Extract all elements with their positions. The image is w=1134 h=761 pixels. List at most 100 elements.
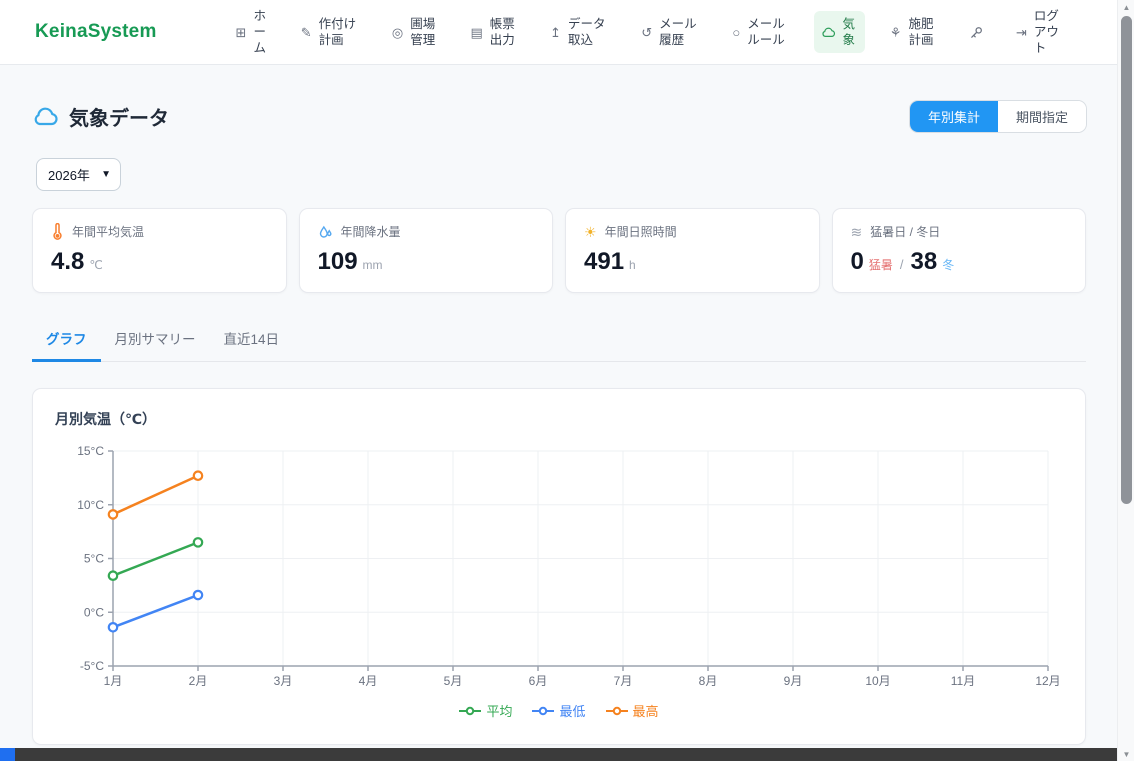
- page-title: 気象データ: [69, 102, 169, 131]
- chart-card: 月別気温（℃） -5°C 0°C 5°C 10°C 15°C 1月 2月 3月 4月 5月 6月 7月…: [32, 388, 1086, 745]
- view-toggle: 年別集計 期間指定: [910, 101, 1086, 132]
- stat-card-value: 109mm: [318, 248, 535, 276]
- nav-item-label: 施肥計画: [908, 16, 936, 49]
- stat-card-label: ≋猛暑日 / 冬日: [851, 223, 1068, 240]
- svg-text:9月: 9月: [784, 674, 803, 688]
- tab-グラフ[interactable]: グラフ: [32, 319, 101, 362]
- upload-icon: ↥: [550, 26, 561, 39]
- sprout-icon: ⚘: [890, 26, 902, 39]
- stat-card-value: 4.8℃: [51, 248, 268, 276]
- nav-menu: ⊞ ホーム ✎ 作付け計画 ◎ 圃場管理 ▤ 帳票出力 ↥ データ取込 ↺ メール履歴 ○ メールルール 気…: [229, 3, 1069, 62]
- grid-icon: ⊞: [236, 26, 247, 39]
- stat-card: ☀年間日照時間 491h: [565, 208, 820, 293]
- tab-直近14日[interactable]: 直近14日: [210, 319, 294, 362]
- svg-text:1月: 1月: [104, 674, 123, 688]
- stat-card: 年間平均気温 4.8℃: [32, 208, 287, 293]
- legend-label: 平均: [486, 701, 512, 720]
- stat-card: 年間降水量 109mm: [299, 208, 554, 293]
- scrollbar-thumb[interactable]: [1121, 16, 1132, 504]
- svg-text:-5°C: -5°C: [80, 659, 104, 673]
- toggle-period-select[interactable]: 期間指定: [998, 101, 1086, 132]
- year-select-value: 2026年: [48, 165, 90, 184]
- stat-card-label: ☀年間日照時間: [584, 223, 801, 240]
- svg-text:5°C: 5°C: [84, 552, 104, 566]
- droplet-icon: [318, 224, 333, 240]
- toggle-yearly-summary[interactable]: 年別集計: [910, 101, 998, 132]
- nav-item-label: 作付け計画: [319, 16, 360, 49]
- svg-text:5月: 5月: [444, 674, 463, 688]
- nav-item-メール履歴[interactable]: ↺ メール履歴: [634, 11, 707, 54]
- taskbar-accent-button[interactable]: [0, 748, 15, 761]
- svg-text:15°C: 15°C: [77, 444, 104, 458]
- stat-cards: 年間平均気温 4.8℃ 年間降水量 109mm ☀年間日照時間 491h ≋猛暑日 / 冬日…: [32, 208, 1086, 293]
- svg-text:4月: 4月: [359, 674, 378, 688]
- scrollbar-down-arrow[interactable]: ▼: [1118, 747, 1134, 761]
- history-icon: ↺: [641, 26, 652, 39]
- nav-item-label: メール履歴: [659, 16, 700, 49]
- chevron-down-icon: ▼: [101, 169, 111, 180]
- svg-text:3月: 3月: [274, 674, 293, 688]
- key-icon: [969, 25, 984, 40]
- svg-text:7月: 7月: [614, 674, 633, 688]
- cloud-icon: [821, 26, 836, 38]
- logout-icon: ⇥: [1016, 26, 1027, 39]
- legend-label: 最高: [633, 701, 659, 720]
- sun-icon: ☀: [584, 225, 597, 239]
- taskbar: [0, 748, 1117, 761]
- nav-item-帳票出力[interactable]: ▤ 帳票出力: [464, 11, 525, 54]
- nav-item-label: ログアウト: [1034, 8, 1062, 57]
- svg-text:8月: 8月: [699, 674, 718, 688]
- nav-item-メールルール[interactable]: ○ メールルール: [725, 11, 795, 54]
- top-nav: KeinaSystem ⊞ ホーム ✎ 作付け計画 ◎ 圃場管理 ▤ 帳票出力 ↥ データ取込 ↺ メ…: [0, 0, 1117, 65]
- nav-item-label: 気象: [843, 16, 858, 49]
- tab-bar: グラフ月別サマリー直近14日: [32, 319, 1086, 362]
- nav-item-データ取込[interactable]: ↥ データ取込: [543, 11, 616, 54]
- nav-item-label: データ取込: [568, 16, 609, 49]
- legend-item-最低[interactable]: 最低: [532, 701, 585, 720]
- nav-item-圃場管理[interactable]: ◎ 圃場管理: [385, 11, 445, 54]
- monthly-temperature-chart: -5°C 0°C 5°C 10°C 15°C 1月 2月 3月 4月 5月 6月 7月 8月 9月 10月 1…: [55, 443, 1063, 691]
- pin-icon: ◎: [392, 26, 403, 39]
- document-icon: ▤: [471, 26, 483, 39]
- nav-item-施肥計画[interactable]: ⚘ 施肥計画: [883, 11, 944, 54]
- stat-card-value: 491h: [584, 248, 801, 276]
- scrollbar-up-arrow[interactable]: ▲: [1118, 0, 1134, 14]
- rule-icon: ○: [732, 26, 740, 39]
- nav-item-key[interactable]: [962, 20, 991, 45]
- svg-text:11月: 11月: [951, 674, 975, 688]
- nav-item-label: 帳票出力: [490, 16, 518, 49]
- weather-cloud-icon: [32, 106, 59, 127]
- nav-item-ホーム[interactable]: ⊞ ホーム: [229, 3, 276, 62]
- svg-text:2月: 2月: [189, 674, 208, 688]
- wind-icon: ≋: [851, 225, 863, 239]
- chart-legend: 平均 最低 最高: [55, 701, 1063, 720]
- stat-card-label: 年間平均気温: [51, 223, 268, 240]
- svg-text:12月: 12月: [1035, 674, 1060, 688]
- nav-item-作付け計画[interactable]: ✎ 作付け計画: [294, 11, 367, 54]
- nav-item-label: 圃場管理: [410, 16, 438, 49]
- legend-item-平均[interactable]: 平均: [459, 701, 512, 720]
- nav-item-label: メールルール: [747, 16, 788, 49]
- svg-text:10°C: 10°C: [77, 498, 104, 512]
- brand-logo[interactable]: KeinaSystem: [35, 21, 157, 43]
- nav-item-ログアウト[interactable]: ⇥ ログアウト: [1009, 3, 1069, 62]
- scrollbar[interactable]: ▲ ▼: [1117, 0, 1134, 761]
- nav-item-label: ホーム: [253, 8, 268, 57]
- year-select[interactable]: 2026年 ▼: [36, 158, 121, 191]
- svg-text:0°C: 0°C: [84, 605, 104, 619]
- pen-icon: ✎: [301, 26, 312, 39]
- stat-card: ≋猛暑日 / 冬日 0猛暑/38冬: [832, 208, 1087, 293]
- svg-text:6月: 6月: [529, 674, 548, 688]
- legend-marker-icon: [606, 706, 628, 716]
- stat-card-value: 0猛暑/38冬: [851, 248, 1068, 276]
- svg-text:10月: 10月: [865, 674, 890, 688]
- legend-marker-icon: [532, 706, 554, 716]
- page-header: 気象データ 年別集計 期間指定: [32, 101, 1086, 132]
- stat-card-label: 年間降水量: [318, 223, 535, 240]
- legend-item-最高[interactable]: 最高: [606, 701, 659, 720]
- chart-title: 月別気温（℃）: [55, 409, 1063, 429]
- nav-item-気象[interactable]: 気象: [814, 11, 865, 54]
- main-content: 気象データ 年別集計 期間指定 2026年 ▼ 年間平均気温 4.8℃ 年間降水量 1…: [0, 65, 1117, 748]
- tab-月別サマリー[interactable]: 月別サマリー: [101, 319, 210, 362]
- thermometer-icon: [51, 223, 64, 240]
